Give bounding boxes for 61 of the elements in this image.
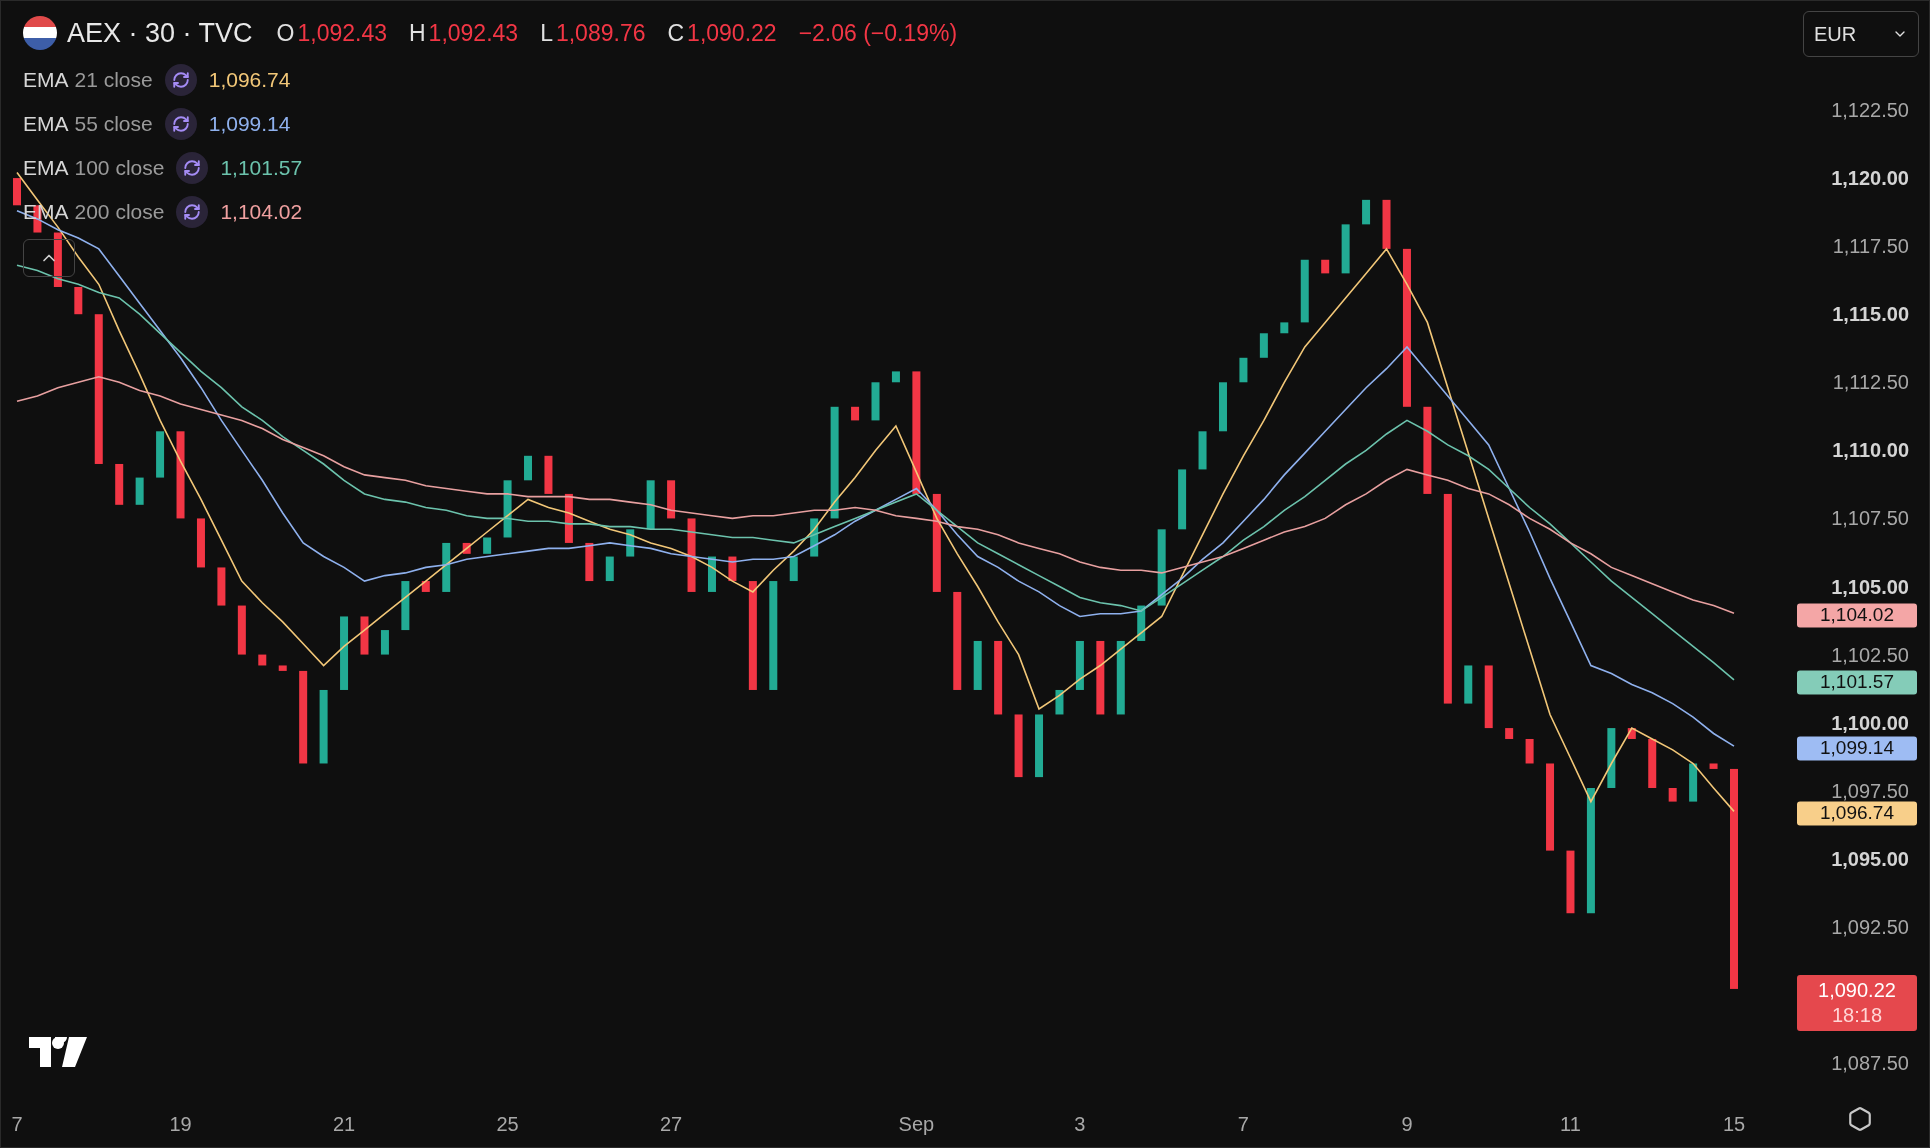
axis-label: 1,110.00 [1832, 440, 1909, 461]
symbol-title: AEX · 30 · TVC [67, 16, 253, 50]
refresh-icon[interactable] [164, 108, 197, 140]
axis-label: 7 [1237, 1112, 1249, 1137]
axis-label: 25 [496, 1112, 519, 1137]
axis-label: 19 [169, 1112, 192, 1137]
axis-label: 1,107.50 [1831, 508, 1909, 529]
axis-label: 3 [1074, 1112, 1086, 1137]
ohlc-label: H [409, 18, 426, 48]
axis-label: Sep [898, 1112, 935, 1137]
indicator-value: 1,096.74 [208, 67, 291, 94]
axis-label: 1,112.50 [1832, 372, 1909, 393]
indicator-name: EMA [23, 155, 69, 182]
axis-label: 1,097.50 [1831, 780, 1909, 801]
axis-label: 1,105.00 [1831, 576, 1909, 597]
axis-label: 15 [1722, 1112, 1746, 1137]
price-label: 1,099.14 [1797, 736, 1917, 761]
indicator-params: 100 close [74, 155, 165, 182]
price-label: 1,096.74 [1797, 801, 1917, 826]
collapse-button[interactable] [23, 239, 75, 277]
indicator-value: 1,099.14 [208, 111, 291, 138]
countdown: 18:18 [1831, 1002, 1883, 1028]
refresh-icon[interactable] [164, 64, 197, 96]
axis-label: 27 [659, 1112, 683, 1137]
price-change: −2.06 (−0.19%) [798, 18, 958, 48]
axis-label: 1,095.00 [1831, 848, 1909, 869]
ohlc-value: 1,089.76 [555, 18, 646, 48]
ohlc-value: 1,090.22 [687, 18, 777, 48]
ohlc-value: 1,092.43 [297, 18, 387, 48]
axis-label: 1,087.50 [1831, 1053, 1909, 1073]
indicator-params: 21 close [74, 67, 153, 94]
axis-label: 1,120.00 [1831, 168, 1909, 189]
tradingview-logo-icon [29, 1037, 87, 1067]
price-label: 1,101.57 [1797, 670, 1917, 695]
price-label: 1,104.02 [1797, 603, 1917, 628]
ohlc-label: O [276, 18, 295, 48]
last-price: 1,090.22 [1818, 977, 1896, 1003]
currency-dropdown[interactable]: EUR [1803, 11, 1919, 57]
indicator-name: EMA [23, 67, 69, 94]
ohlc-value: 1,092.43 [428, 18, 519, 48]
axis-label: 1,122.50 [1831, 100, 1909, 120]
axis-label: 1,100.00 [1831, 712, 1909, 733]
axis-label: 1,092.50 [1831, 916, 1909, 937]
indicator-value: 1,101.57 [220, 155, 303, 182]
axis-label: 1,117.50 [1832, 236, 1909, 257]
axis-label: 21 [332, 1112, 356, 1137]
refresh-icon[interactable] [176, 152, 209, 184]
refresh-icon[interactable] [176, 196, 209, 228]
axis-label: 1,115.00 [1832, 304, 1909, 325]
axis-label: 1,102.50 [1831, 644, 1909, 665]
indicator-params: 55 close [74, 111, 153, 138]
indicator-name: EMA [23, 111, 69, 138]
ohlc-label: L [540, 18, 553, 48]
ohlc-label: C [667, 18, 685, 48]
settings-icon[interactable] [1847, 1106, 1873, 1132]
netherlands-flag-icon [23, 16, 57, 50]
axis-label: 11 [1560, 1112, 1581, 1137]
axis-label: 7 [11, 1112, 23, 1137]
indicator-params: 200 close [74, 199, 165, 226]
axis-label: 9 [1401, 1112, 1413, 1137]
indicator-value: 1,104.02 [220, 199, 303, 226]
